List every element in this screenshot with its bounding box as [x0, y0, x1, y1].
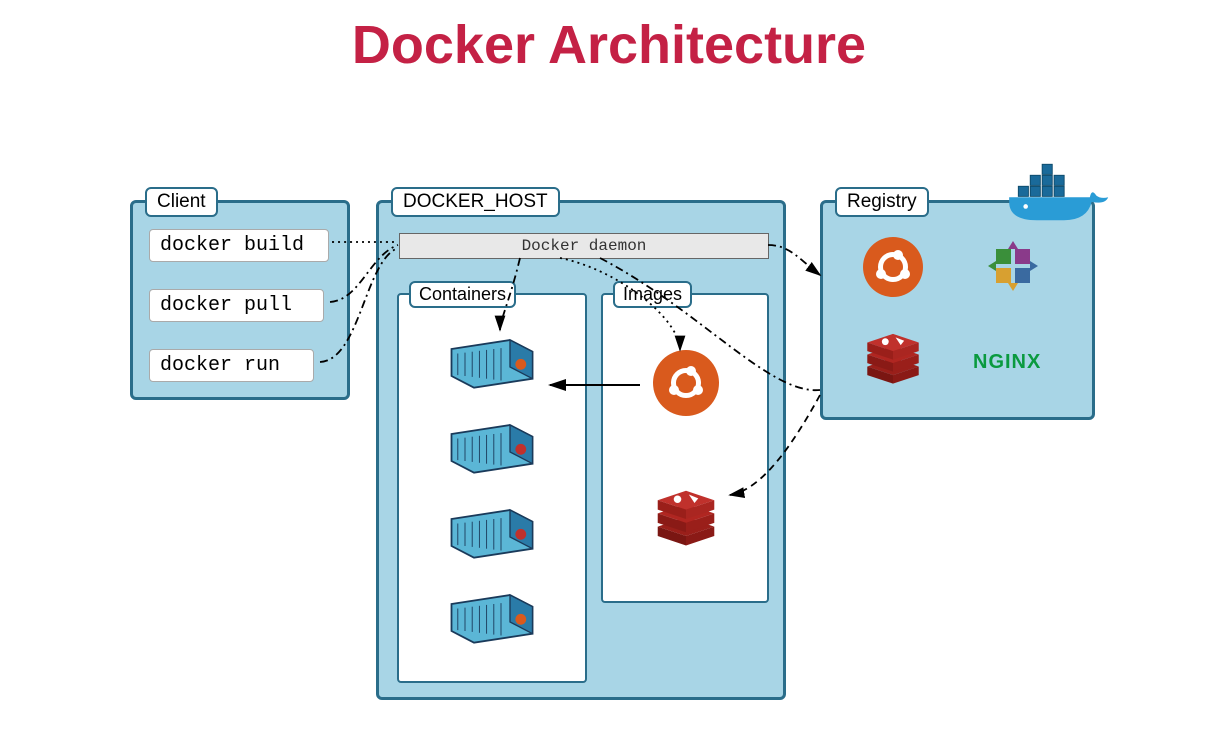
- registry-label: Registry: [835, 187, 929, 217]
- container-icon: [447, 505, 537, 560]
- nginx-icon: NGINX: [973, 351, 1041, 374]
- client-panel: Client docker build docker pull docker r…: [130, 200, 350, 400]
- docker-host-label: DOCKER_HOST: [391, 187, 560, 217]
- docker-daemon-bar: Docker daemon: [399, 233, 769, 259]
- container-icon: [447, 590, 537, 645]
- redis-icon: [653, 490, 719, 550]
- cmd-docker-pull: docker pull: [149, 289, 324, 322]
- registry-panel: Registry NGINX: [820, 200, 1095, 420]
- cmd-docker-run: docker run: [149, 349, 314, 382]
- centos-icon: [988, 241, 1038, 291]
- containers-label: Containers: [409, 281, 516, 308]
- docker-host-panel: DOCKER_HOST Docker daemon Containers Ima…: [376, 200, 786, 700]
- images-panel: Images: [601, 293, 769, 603]
- docker-whale-icon: [1000, 160, 1110, 230]
- ubuntu-icon: [863, 237, 923, 297]
- images-label: Images: [613, 281, 692, 308]
- ubuntu-icon: [653, 350, 719, 416]
- container-icon: [447, 420, 537, 475]
- redis-icon: [863, 333, 923, 388]
- page-title: Docker Architecture: [0, 14, 1218, 76]
- client-label: Client: [145, 187, 218, 217]
- cmd-docker-build: docker build: [149, 229, 329, 262]
- containers-panel: Containers: [397, 293, 587, 683]
- container-icon: [447, 335, 537, 390]
